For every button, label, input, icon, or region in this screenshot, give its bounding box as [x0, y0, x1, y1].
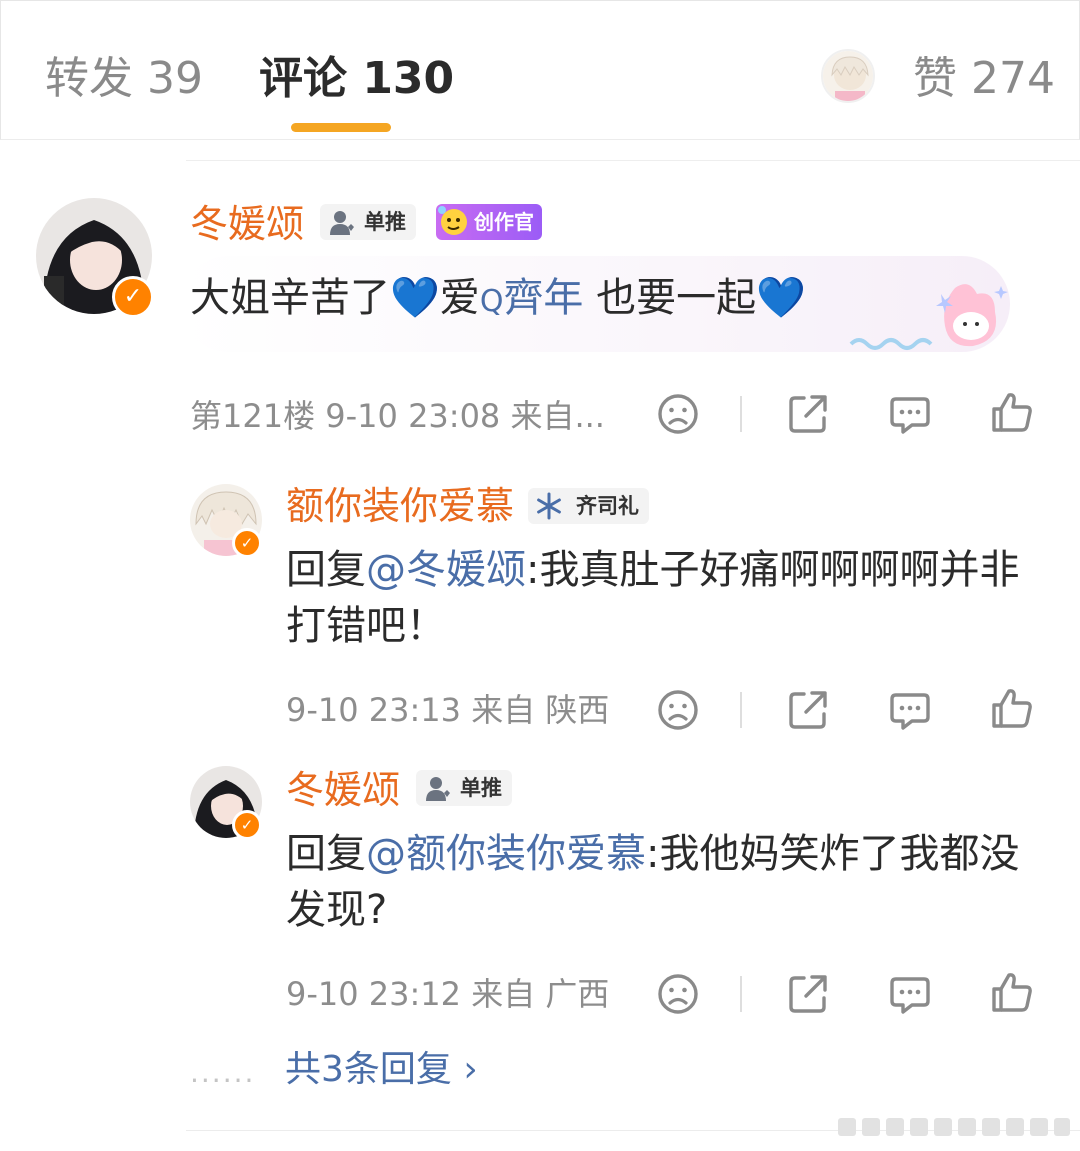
verified-icon: ✓: [112, 276, 154, 318]
reply-prefix: 回复: [286, 547, 366, 593]
reply-source: 来自 广西: [471, 975, 610, 1013]
active-tab-indicator: [291, 123, 391, 132]
fan-badge-label: 单推: [364, 210, 406, 234]
comment-icon[interactable]: [888, 392, 932, 436]
reply-time: 9-10 23:13: [286, 691, 462, 729]
person-icon: [426, 777, 450, 801]
reply-username[interactable]: 额你装你爱慕: [286, 484, 514, 528]
mention-link[interactable]: @额你装你爱慕: [366, 831, 646, 877]
watermark-icon: [838, 1118, 1070, 1136]
comment-time: 9-10 23:08: [325, 397, 501, 435]
fan-badge-label: 齐司礼: [576, 494, 639, 518]
mention-link[interactable]: @冬媛颂: [366, 547, 526, 593]
fan-badge[interactable]: 齐司礼: [528, 488, 649, 524]
verified-icon: ✓: [232, 810, 262, 840]
comment-meta: 第121楼 9-10 23:08 来自...: [190, 396, 605, 436]
search-icon[interactable]: Q: [480, 284, 504, 319]
divider: [740, 976, 742, 1012]
reply-text: 回复@额你装你爱慕:我他妈笑炸了我都没发现?: [286, 826, 1036, 938]
person-icon: [330, 211, 354, 235]
reply-prefix: 回复: [286, 831, 366, 877]
view-more-replies-link[interactable]: 共3条回复 ›: [285, 1048, 478, 1092]
dislike-icon[interactable]: [656, 392, 700, 436]
like-icon[interactable]: [990, 686, 1034, 730]
comment-text-start: 大姐辛苦了💙爱: [190, 275, 480, 321]
dislike-icon[interactable]: [656, 972, 700, 1016]
share-icon[interactable]: [786, 688, 830, 732]
creator-icon: [438, 206, 467, 235]
like-icon[interactable]: [990, 390, 1034, 434]
reply-meta: 9-10 23:13 来自 陕西: [286, 690, 609, 730]
dislike-icon[interactable]: [656, 688, 700, 732]
like-icon[interactable]: [990, 970, 1034, 1014]
tab-bar: 转发 39 评论 130 赞 274: [0, 0, 1080, 140]
comment-text-end: 也要一起💙: [583, 275, 806, 321]
my-melody-sticker-icon: [849, 284, 1008, 350]
reply-time: 9-10 23:12: [286, 975, 462, 1013]
share-icon[interactable]: [786, 392, 830, 436]
creator-badge-label: 创作官: [474, 210, 534, 234]
comment-username[interactable]: 冬媛颂: [190, 202, 304, 246]
comment-source: 来自...: [510, 397, 605, 435]
more-dots: ......: [190, 1056, 256, 1089]
reply-source: 来自 陕西: [471, 691, 610, 729]
divider: [186, 160, 1080, 161]
fan-badge[interactable]: 单推: [416, 770, 512, 806]
topic-link[interactable]: 齊年: [503, 275, 583, 321]
divider: [740, 396, 742, 432]
tab-comment[interactable]: 评论 130: [259, 53, 454, 105]
snowflake-icon: [537, 492, 561, 520]
comment-text: 大姐辛苦了💙爱Q齊年 也要一起💙: [190, 270, 806, 330]
verified-icon: ✓: [232, 528, 262, 558]
share-icon[interactable]: [786, 972, 830, 1016]
liker-avatar[interactable]: [821, 49, 875, 103]
reply-text: 回复@冬媛颂:我真肚子好痛啊啊啊啊并非打错吧！: [286, 542, 1036, 654]
reply-username[interactable]: 冬媛颂: [286, 768, 400, 812]
fan-badge-label: 单推: [460, 776, 502, 800]
comment-icon[interactable]: [888, 688, 932, 732]
comment-icon[interactable]: [888, 972, 932, 1016]
floor-number: 第121楼: [190, 397, 316, 435]
creator-badge[interactable]: 创作官: [436, 204, 542, 240]
tab-like[interactable]: 赞 274: [913, 53, 1055, 105]
reply-meta: 9-10 23:12 来自 广西: [286, 974, 609, 1014]
divider: [740, 692, 742, 728]
fan-badge[interactable]: 单推: [320, 204, 416, 240]
tab-repost[interactable]: 转发 39: [45, 53, 203, 105]
